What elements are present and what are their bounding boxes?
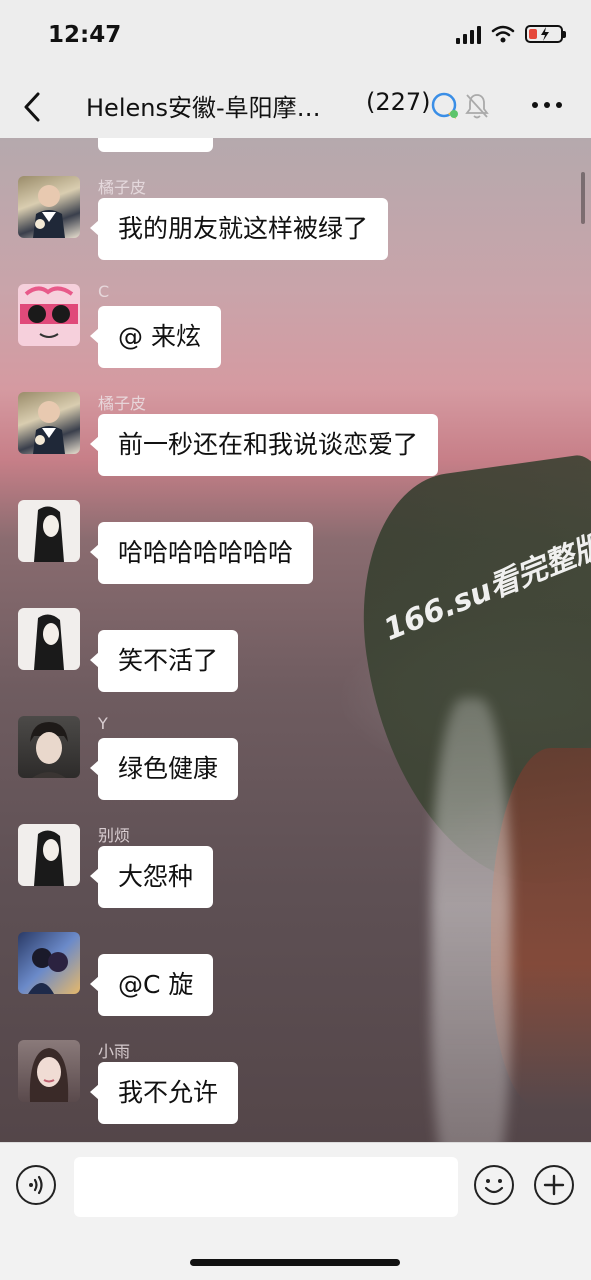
avatar[interactable]	[18, 176, 80, 238]
message-bubble[interactable]: 我不允许	[89, 1062, 239, 1124]
message-bubble[interactable]: 笑不活了	[89, 630, 239, 692]
sender-name: 橘子皮	[98, 394, 147, 413]
avatar[interactable]	[18, 1040, 80, 1102]
sender-name: 小雨	[98, 1042, 131, 1061]
voice-input-button[interactable]	[16, 1165, 56, 1205]
wifi-icon	[491, 25, 515, 43]
partial-message-bubble	[98, 138, 213, 152]
voice-icon	[29, 1175, 43, 1195]
ellipsis-icon[interactable]	[532, 102, 562, 108]
status-time: 12:47	[48, 22, 122, 48]
sender-name: Y	[98, 714, 108, 733]
emoji-button[interactable]	[474, 1165, 514, 1205]
chat-bubble-icon	[431, 92, 458, 119]
sender-name: 别烦	[98, 826, 131, 845]
mute-bell-icon	[465, 94, 489, 119]
member-count: (227)	[366, 88, 431, 116]
message-bubble[interactable]: 前一秒还在和我说谈恋爱了	[89, 414, 439, 476]
battery-icon	[525, 25, 566, 43]
plus-icon	[543, 1174, 565, 1196]
chat-title[interactable]: Helens安徽-阜阳摩…	[86, 88, 321, 123]
message-bubble[interactable]: 哈哈哈哈哈哈哈	[89, 522, 314, 584]
avatar[interactable]	[18, 500, 80, 562]
input-bar	[0, 1142, 591, 1280]
avatar[interactable]	[18, 392, 80, 454]
more-actions-button[interactable]	[534, 1165, 574, 1205]
message-bubble[interactable]: 大怨种	[89, 846, 214, 908]
avatar[interactable]	[18, 284, 80, 346]
chevron-left-icon[interactable]	[20, 90, 46, 124]
avatar[interactable]	[18, 824, 80, 886]
message-bubble[interactable]: 我的朋友就这样被绿了	[89, 198, 389, 260]
smiley-icon	[484, 1179, 504, 1194]
home-indicator	[190, 1259, 400, 1266]
sender-name: 橘子皮	[98, 178, 147, 197]
scroll-indicator[interactable]	[581, 172, 585, 224]
status-bar: 12:47	[0, 0, 591, 76]
chat-area[interactable]: 橘子皮 我的朋友就这样被绿了 C @ 来炫 橘子皮 前一秒还在和我说谈恋爱了 哈…	[0, 138, 591, 1142]
message-bubble[interactable]: @ 来炫	[90, 306, 221, 368]
signal-icon	[456, 24, 481, 44]
message-bubble[interactable]: @C 旋	[89, 954, 214, 1016]
message-input[interactable]	[74, 1157, 458, 1217]
avatar[interactable]	[18, 932, 80, 994]
sender-name: C	[98, 282, 110, 301]
avatar[interactable]	[18, 608, 80, 670]
message-bubble[interactable]: 绿色健康	[89, 738, 239, 800]
nav-bar: Helens安徽-阜阳摩… (227)	[0, 76, 591, 138]
status-icons	[456, 24, 566, 44]
avatar[interactable]	[18, 716, 80, 778]
